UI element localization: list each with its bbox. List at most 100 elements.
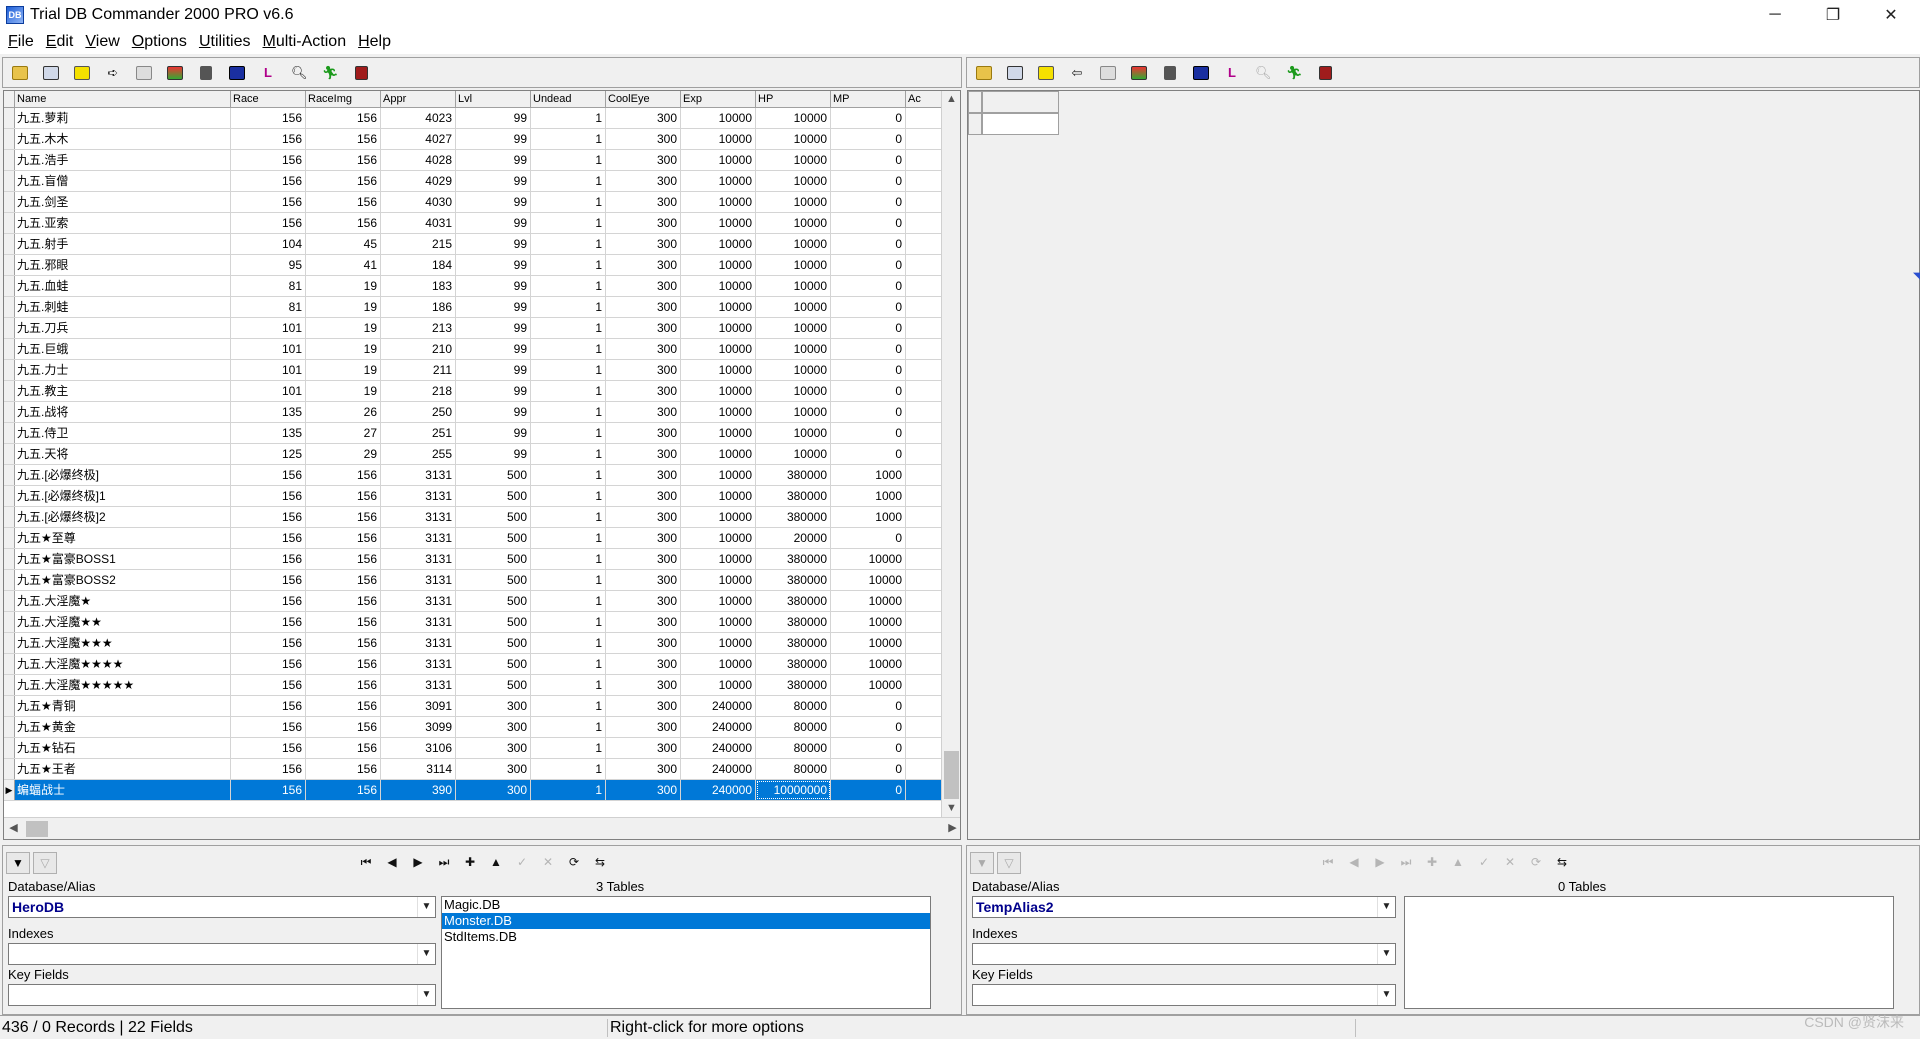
cell-hp[interactable]: 80000 <box>756 696 831 716</box>
row-indicator[interactable] <box>4 339 15 359</box>
cell-lvl[interactable]: 500 <box>456 591 531 611</box>
table-row[interactable]: 九五.刺蛙 81 19 186 99 1 300 10000 10000 0 <box>4 297 944 318</box>
cell-name[interactable]: 九五.大淫魔★★★★★ <box>15 675 231 695</box>
cell-cooleye[interactable]: 300 <box>606 486 681 506</box>
table-item-monster[interactable]: Monster.DB <box>442 913 930 929</box>
cell-appr[interactable]: 4023 <box>381 108 456 128</box>
cell-undead[interactable]: 1 <box>531 633 606 653</box>
cell-name[interactable]: 九五.剑圣 <box>15 192 231 212</box>
search-icon[interactable]: 🔍︎ <box>286 62 312 84</box>
cell-undead[interactable]: 1 <box>531 213 606 233</box>
scroll-right-icon[interactable]: ▶ <box>943 820 960 837</box>
indexes-combo[interactable]: ▼ <box>8 943 436 965</box>
chevron-down-icon[interactable]: ▼ <box>1377 897 1395 917</box>
key-icon[interactable] <box>1033 62 1059 84</box>
cell-exp[interactable]: 10000 <box>681 675 756 695</box>
cell-raceimg[interactable]: 156 <box>306 570 381 590</box>
arrow-icon[interactable]: ⇦ <box>1064 62 1090 84</box>
close-button[interactable]: ✕ <box>1862 0 1920 30</box>
table-row[interactable]: 九五★钻石 156 156 3106 300 1 300 240000 80000 0 <box>4 738 944 759</box>
cell-raceimg[interactable]: 156 <box>306 129 381 149</box>
cell-lvl[interactable]: 500 <box>456 570 531 590</box>
cell-race[interactable]: 156 <box>231 486 306 506</box>
cell-exp[interactable]: 240000 <box>681 738 756 758</box>
cell-undead[interactable]: 1 <box>531 402 606 422</box>
cell-exp[interactable]: 10000 <box>681 465 756 485</box>
cell-ac[interactable] <box>906 486 944 506</box>
cell-ac[interactable] <box>906 591 944 611</box>
exit-icon[interactable] <box>348 62 374 84</box>
run-icon[interactable]: 🏃︎ <box>317 62 343 84</box>
cell-raceimg[interactable]: 19 <box>306 318 381 338</box>
cell-name[interactable]: 九五.大淫魔★★★★ <box>15 654 231 674</box>
indexes-combo[interactable]: ▼ <box>972 943 1396 965</box>
row-indicator[interactable] <box>4 675 15 695</box>
column-header-lvl[interactable]: Lvl <box>456 91 531 107</box>
cell-ac[interactable] <box>906 654 944 674</box>
cell-raceimg[interactable]: 19 <box>306 297 381 317</box>
cell-lvl[interactable]: 99 <box>456 318 531 338</box>
cell-name[interactable]: 九五.刺蛙 <box>15 297 231 317</box>
cell-hp[interactable]: 10000 <box>756 402 831 422</box>
menu-utilities[interactable]: Utilities <box>193 33 257 51</box>
row-indicator[interactable] <box>4 360 15 380</box>
row-indicator[interactable] <box>4 591 15 611</box>
cell-race[interactable]: 101 <box>231 381 306 401</box>
cell-undead[interactable]: 1 <box>531 759 606 779</box>
cell-lvl[interactable]: 500 <box>456 633 531 653</box>
menu-multi-action[interactable]: Multi-Action <box>257 33 353 51</box>
cell-name[interactable]: 九五.盲僧 <box>15 171 231 191</box>
table-icon[interactable] <box>1002 62 1028 84</box>
cell-raceimg[interactable]: 156 <box>306 696 381 716</box>
cell-hp[interactable]: 10000 <box>756 213 831 233</box>
right-grid-cell[interactable] <box>982 113 1059 135</box>
cell-name[interactable]: 九五.亚索 <box>15 213 231 233</box>
cell-ac[interactable] <box>906 549 944 569</box>
cell-lvl[interactable]: 99 <box>456 402 531 422</box>
cell-raceimg[interactable]: 156 <box>306 717 381 737</box>
row-indicator[interactable] <box>4 507 15 527</box>
cell-lvl[interactable]: 500 <box>456 486 531 506</box>
cell-race[interactable]: 156 <box>231 675 306 695</box>
table-row[interactable]: 九五.浩手 156 156 4028 99 1 300 10000 10000 0 <box>4 150 944 171</box>
cell-undead[interactable]: 1 <box>531 129 606 149</box>
cell-cooleye[interactable]: 300 <box>606 423 681 443</box>
menu-view[interactable]: View <box>79 33 125 51</box>
cell-name[interactable]: 九五.力士 <box>15 360 231 380</box>
cell-mp[interactable]: 0 <box>831 150 906 170</box>
cell-race[interactable]: 156 <box>231 213 306 233</box>
cell-lvl[interactable]: 500 <box>456 612 531 632</box>
table-row[interactable]: 九五★至尊 156 156 3131 500 1 300 10000 20000 0 <box>4 528 944 549</box>
cell-lvl[interactable]: 300 <box>456 738 531 758</box>
row-indicator[interactable] <box>4 444 15 464</box>
cell-cooleye[interactable]: 300 <box>606 171 681 191</box>
row-indicator[interactable] <box>4 318 15 338</box>
cell-hp[interactable]: 10000 <box>756 192 831 212</box>
scroll-down-icon[interactable]: ▼ <box>942 800 960 817</box>
cell-hp[interactable]: 10000 <box>756 171 831 191</box>
cell-exp[interactable]: 10000 <box>681 612 756 632</box>
cell-lvl[interactable]: 500 <box>456 675 531 695</box>
cell-lvl[interactable]: 500 <box>456 507 531 527</box>
chevron-down-icon[interactable]: ▼ <box>417 944 435 964</box>
nav-prior-button[interactable]: ◀ <box>379 852 405 872</box>
cell-race[interactable]: 156 <box>231 717 306 737</box>
cell-hp[interactable]: 10000 <box>756 318 831 338</box>
cell-cooleye[interactable]: 300 <box>606 444 681 464</box>
cell-mp[interactable]: 1000 <box>831 465 906 485</box>
cell-ac[interactable] <box>906 318 944 338</box>
cell-raceimg[interactable]: 156 <box>306 528 381 548</box>
cell-mp[interactable]: 0 <box>831 717 906 737</box>
cell-exp[interactable]: 10000 <box>681 402 756 422</box>
cell-undead[interactable]: 1 <box>531 444 606 464</box>
cell-ac[interactable] <box>906 171 944 191</box>
cell-race[interactable]: 156 <box>231 465 306 485</box>
search-icon[interactable]: 🔍︎ <box>1250 62 1276 84</box>
cell-race[interactable]: 135 <box>231 402 306 422</box>
cell-name[interactable]: 九五.战将 <box>15 402 231 422</box>
cell-mp[interactable]: 10000 <box>831 612 906 632</box>
cell-name[interactable]: 九五.大淫魔★ <box>15 591 231 611</box>
column-header-name[interactable]: Name <box>15 91 231 107</box>
row-indicator[interactable] <box>4 528 15 548</box>
cell-appr[interactable]: 3131 <box>381 570 456 590</box>
